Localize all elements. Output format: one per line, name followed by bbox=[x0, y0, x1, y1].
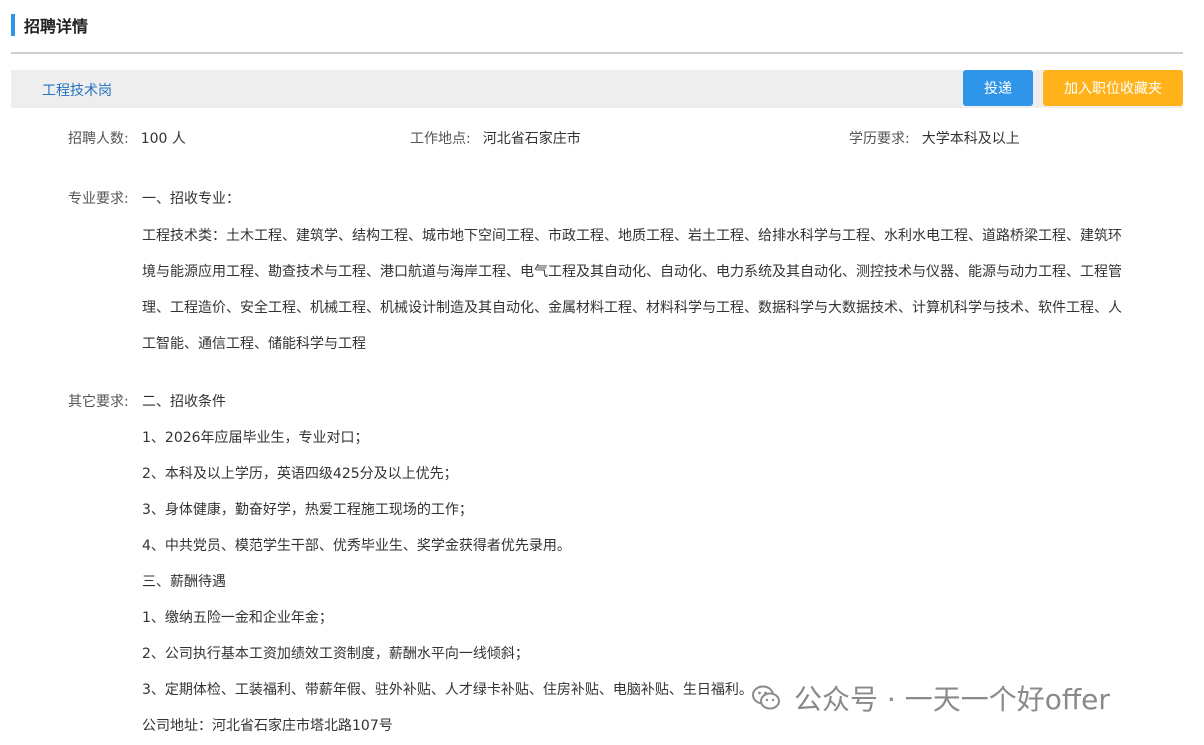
accent-bar bbox=[11, 14, 15, 36]
headcount-field: 招聘人数: 100 人 bbox=[68, 128, 186, 148]
location-value: 河北省石家庄市 bbox=[482, 131, 581, 147]
add-to-favorites-button[interactable]: 加入职位收藏夹 bbox=[1043, 70, 1183, 106]
location-label: 工作地点: bbox=[410, 131, 471, 147]
job-bar: 工程技术岗 投递 加入职位收藏夹 bbox=[11, 70, 1183, 108]
headcount-value: 100 人 bbox=[140, 131, 186, 147]
job-title-link[interactable]: 工程技术岗 bbox=[42, 80, 112, 100]
wechat-icon bbox=[752, 684, 780, 712]
major-requirements-heading: 一、招收专业： bbox=[142, 191, 240, 207]
major-requirements-label: 专业要求: bbox=[68, 191, 129, 207]
requirement-line: 4、中共党员、模范学生干部、优秀毕业生、奖学金获得者优先录用。 bbox=[142, 538, 571, 554]
benefit-line: 1、缴纳五险一金和企业年金； bbox=[142, 610, 333, 626]
header-divider bbox=[11, 52, 1183, 54]
watermark-text: 公众号 · 一天一个好offer bbox=[794, 683, 1110, 716]
requirement-line: 1、2026年应届毕业生，专业对口； bbox=[142, 430, 369, 446]
headcount-label: 招聘人数: bbox=[68, 131, 129, 147]
requirement-line: 2、本科及以上学历，英语四级425分及以上优先； bbox=[142, 466, 458, 482]
page-title: 招聘详情 bbox=[24, 17, 89, 36]
watermark: 公众号 · 一天一个好offer bbox=[752, 680, 1110, 716]
company-address: 公司地址：河北省石家庄市塔北路107号 bbox=[142, 718, 393, 734]
major-line: 工智能、通信工程、储能科学与工程 bbox=[142, 336, 366, 352]
location-field: 工作地点: 河北省石家庄市 bbox=[410, 128, 581, 148]
other-requirements-label: 其它要求: bbox=[68, 394, 129, 410]
section-header: 招聘详情 bbox=[11, 12, 88, 38]
major-line: 境与能源应用工程、勘查技术与工程、港口航道与海岸工程、电气工程及其自动化、自动化… bbox=[142, 264, 1122, 280]
salary-heading: 三、薪酬待遇 bbox=[142, 574, 226, 590]
benefit-line: 2、公司执行基本工资加绩效工资制度，薪酬水平向一线倾斜； bbox=[142, 646, 529, 662]
other-requirements-heading: 二、招收条件 bbox=[142, 394, 226, 410]
major-line: 工程技术类：土木工程、建筑学、结构工程、城市地下空间工程、市政工程、地质工程、岩… bbox=[142, 228, 1122, 244]
education-field: 学历要求: 大学本科及以上 bbox=[849, 128, 1020, 148]
education-label: 学历要求: bbox=[849, 131, 910, 147]
major-line: 理、工程造价、安全工程、机械工程、机械设计制造及其自动化、金属材料工程、材料科学… bbox=[142, 300, 1122, 316]
benefit-line: 3、定期体检、工装福利、带薪年假、驻外补贴、人才绿卡补贴、住房补贴、电脑补贴、生… bbox=[142, 682, 753, 698]
apply-button[interactable]: 投递 bbox=[963, 70, 1033, 106]
education-value: 大学本科及以上 bbox=[921, 131, 1020, 147]
requirement-line: 3、身体健康，勤奋好学，热爱工程施工现场的工作； bbox=[142, 502, 473, 518]
